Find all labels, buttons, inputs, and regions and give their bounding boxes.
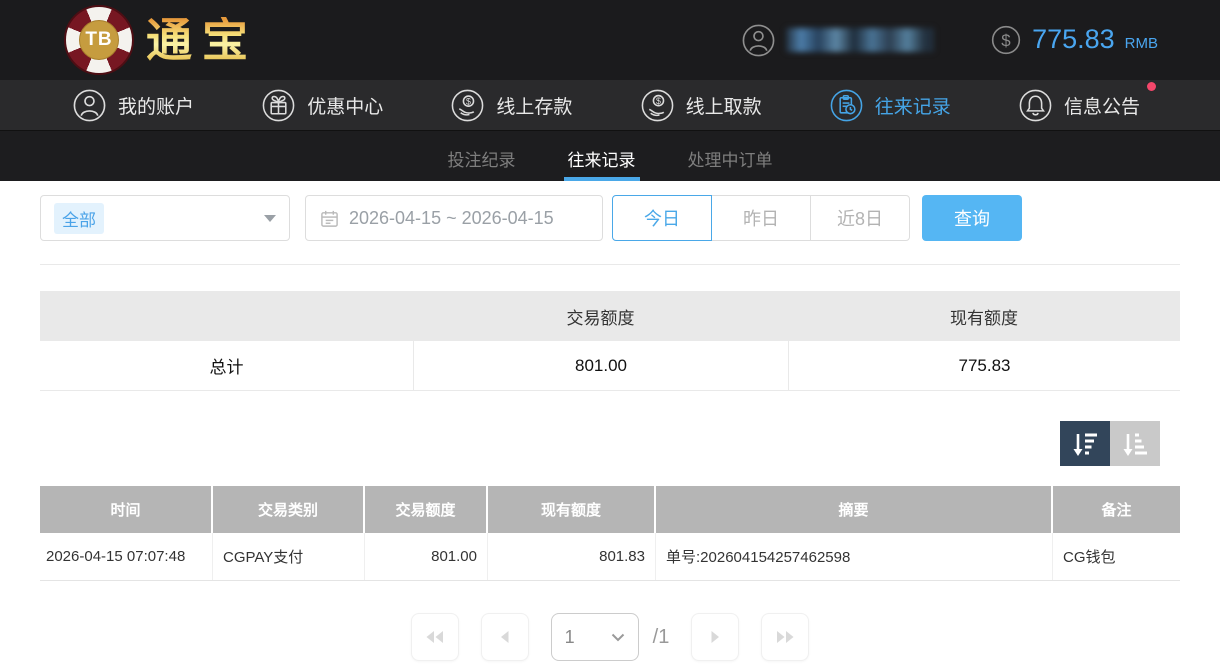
col-remark: 备注 bbox=[1053, 486, 1180, 533]
nav-item-promotions[interactable]: 优惠中心 bbox=[261, 88, 383, 123]
col-current-balance: 现有额度 bbox=[488, 486, 656, 533]
gift-icon bbox=[261, 88, 296, 123]
tab-processing-orders[interactable]: 处理中订单 bbox=[686, 131, 775, 181]
sub-navigation: 投注纪录 往来记录 处理中订单 bbox=[0, 131, 1220, 181]
nav-label: 线上取款 bbox=[686, 92, 762, 119]
query-button[interactable]: 查询 bbox=[922, 195, 1022, 241]
notification-dot bbox=[1147, 82, 1156, 91]
summary-total-label: 总计 bbox=[40, 353, 413, 378]
deposit-icon: $ bbox=[450, 88, 485, 123]
records-icon bbox=[829, 88, 864, 123]
user-account-chip[interactable] bbox=[741, 23, 934, 58]
top-right-area: $ 775.83 RMB bbox=[741, 23, 1158, 58]
balance-currency: RMB bbox=[1125, 35, 1158, 52]
cell-current-balance: 801.83 bbox=[488, 533, 656, 580]
nav-label: 我的账户 bbox=[118, 92, 194, 119]
previous-page-button[interactable] bbox=[481, 613, 529, 661]
table-row: 2026-04-15 07:07:48 CGPAY支付 801.00 801.8… bbox=[40, 533, 1180, 581]
type-select[interactable]: 全部 bbox=[40, 195, 290, 241]
bell-icon bbox=[1018, 88, 1053, 123]
cell-remark: CG钱包 bbox=[1053, 533, 1180, 580]
sort-ascending-icon bbox=[1120, 430, 1150, 458]
previous-page-icon bbox=[497, 627, 513, 647]
brand-name: 通宝 bbox=[146, 17, 258, 63]
next-page-button[interactable] bbox=[691, 613, 739, 661]
cell-transaction-amount: 801.00 bbox=[365, 533, 488, 580]
nav-label: 线上存款 bbox=[496, 92, 572, 119]
calendar-icon bbox=[320, 209, 339, 228]
filter-row: 全部 2026-04-15 ~ 2026-04-15 今日 昨日 近8日 查询 bbox=[40, 195, 1180, 241]
type-select-value: 全部 bbox=[54, 203, 104, 234]
pagination: 1 /1 bbox=[40, 613, 1180, 661]
svg-text:$: $ bbox=[1001, 31, 1011, 50]
range-yesterday-button[interactable]: 昨日 bbox=[711, 195, 811, 241]
balance-display[interactable]: $ 775.83 RMB bbox=[990, 24, 1158, 56]
page-select-value: 1 bbox=[565, 627, 575, 648]
content-area: 全部 2026-04-15 ~ 2026-04-15 今日 昨日 近8日 查询 bbox=[0, 195, 1220, 661]
balance-amount: 775.83 bbox=[1032, 24, 1115, 55]
summary-col-transaction-amount: 交易额度 bbox=[413, 304, 788, 329]
records-table: 时间 交易类别 交易额度 现有额度 摘要 备注 2026-04-15 07:07… bbox=[40, 486, 1180, 581]
range-last8days-button[interactable]: 近8日 bbox=[810, 195, 910, 241]
col-transaction-type: 交易类别 bbox=[213, 486, 365, 533]
casino-chip-icon: TB bbox=[64, 5, 134, 75]
logo-badge: TB bbox=[79, 20, 119, 60]
nav-item-transaction-records[interactable]: 往来记录 bbox=[829, 88, 951, 123]
dollar-coin-icon: $ bbox=[990, 24, 1022, 56]
tab-betting-records[interactable]: 投注纪录 bbox=[446, 131, 518, 181]
col-time: 时间 bbox=[40, 486, 213, 533]
nav-label: 优惠中心 bbox=[307, 92, 383, 119]
transaction-records-page: TB 通宝 $ 775.83 RMB bbox=[0, 0, 1220, 671]
records-table-header: 时间 交易类别 交易额度 现有额度 摘要 备注 bbox=[40, 486, 1180, 533]
caret-down-icon bbox=[264, 215, 276, 222]
date-range-value: 2026-04-15 ~ 2026-04-15 bbox=[349, 208, 554, 229]
user-icon bbox=[72, 88, 107, 123]
sort-ascending-button[interactable] bbox=[1110, 421, 1160, 466]
main-navigation: 我的账户 优惠中心 $ 线上存款 $ 线上取款 bbox=[0, 80, 1220, 131]
site-logo[interactable]: TB 通宝 bbox=[64, 5, 258, 75]
last-page-icon bbox=[773, 627, 797, 647]
sort-controls bbox=[40, 421, 1180, 466]
summary-transaction-amount: 801.00 bbox=[413, 341, 788, 390]
sort-descending-button[interactable] bbox=[1060, 421, 1110, 466]
sort-descending-icon bbox=[1070, 430, 1100, 458]
svg-text:$: $ bbox=[656, 95, 661, 105]
cell-time: 2026-04-15 07:07:48 bbox=[40, 533, 213, 580]
withdraw-icon: $ bbox=[640, 88, 675, 123]
summary-table-header: 交易额度 现有额度 bbox=[40, 291, 1180, 341]
username-blurred bbox=[786, 28, 934, 52]
section-divider bbox=[40, 264, 1180, 265]
nav-label: 往来记录 bbox=[875, 92, 951, 119]
quick-range-group: 今日 昨日 近8日 bbox=[612, 195, 910, 241]
tab-transaction-records[interactable]: 往来记录 bbox=[566, 131, 638, 181]
next-page-icon bbox=[707, 627, 723, 647]
col-summary: 摘要 bbox=[656, 486, 1053, 533]
svg-text:$: $ bbox=[466, 96, 471, 106]
nav-item-deposit[interactable]: $ 线上存款 bbox=[450, 88, 572, 123]
first-page-icon bbox=[423, 627, 447, 647]
nav-label: 信息公告 bbox=[1064, 92, 1140, 119]
summary-col-current-balance: 现有额度 bbox=[788, 304, 1180, 329]
nav-item-my-account[interactable]: 我的账户 bbox=[72, 88, 194, 123]
col-transaction-amount: 交易额度 bbox=[365, 486, 488, 533]
first-page-button[interactable] bbox=[411, 613, 459, 661]
cell-summary: 单号:202604154257462598 bbox=[656, 533, 1053, 580]
summary-total-row: 总计 801.00 775.83 bbox=[40, 341, 1180, 391]
top-bar: TB 通宝 $ 775.83 RMB bbox=[0, 0, 1220, 80]
cell-transaction-type: CGPAY支付 bbox=[213, 533, 365, 580]
range-today-button[interactable]: 今日 bbox=[612, 195, 712, 241]
page-total-label: /1 bbox=[653, 626, 670, 649]
summary-table: 交易额度 现有额度 总计 801.00 775.83 bbox=[40, 291, 1180, 391]
last-page-button[interactable] bbox=[761, 613, 809, 661]
nav-item-announcements[interactable]: 信息公告 bbox=[1018, 88, 1140, 123]
chevron-down-icon bbox=[611, 633, 625, 642]
nav-item-withdraw[interactable]: $ 线上取款 bbox=[640, 88, 762, 123]
summary-current-balance: 775.83 bbox=[788, 341, 1180, 390]
date-range-input[interactable]: 2026-04-15 ~ 2026-04-15 bbox=[305, 195, 603, 241]
page-select[interactable]: 1 bbox=[551, 613, 639, 661]
user-avatar-icon bbox=[741, 23, 776, 58]
